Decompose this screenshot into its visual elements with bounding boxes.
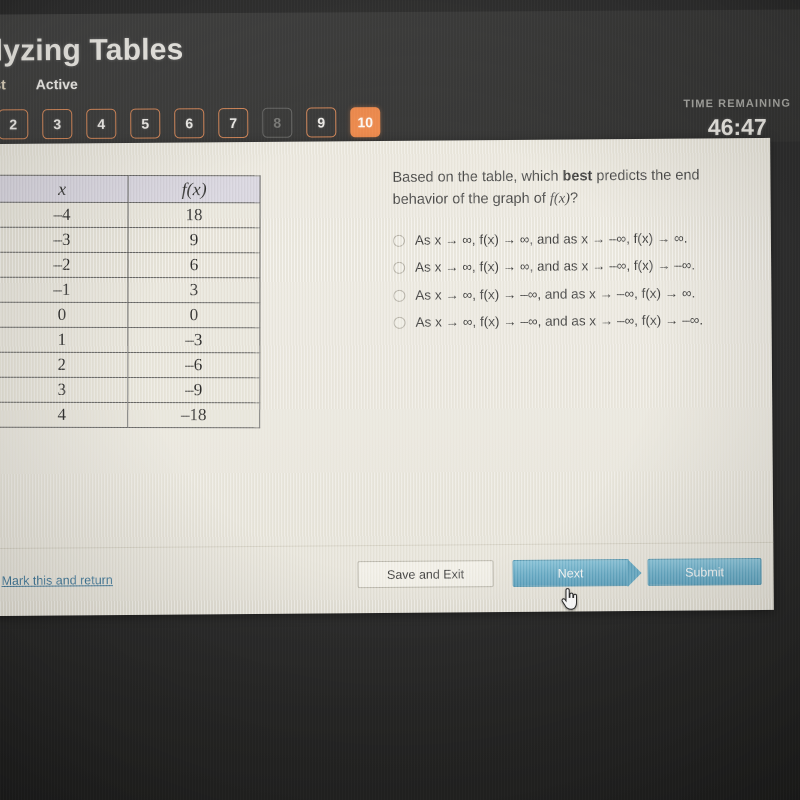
prompt-emphasis: best (562, 168, 593, 185)
subnav-item-test[interactable]: Test (0, 76, 6, 92)
radio-button-icon[interactable] (393, 289, 406, 302)
answer-option-1[interactable]: As x → ∞, f(x) → ∞, and as x → –∞, f(x) … (392, 229, 753, 250)
table-row: 1 –3 (0, 327, 260, 353)
submit-button[interactable]: Submit (647, 558, 762, 586)
table-cell-fx: 0 (127, 302, 260, 328)
timer-value: 46:47 (707, 113, 767, 141)
radio-button-icon[interactable] (392, 234, 405, 247)
table-cell-x: 2 (0, 352, 128, 378)
question-number-6[interactable]: 6 (174, 108, 205, 139)
table-cell-x: 4 (0, 402, 128, 428)
table-header-fx: f(x) (128, 175, 261, 203)
question-number-nav: 2 3 4 5 6 7 8 9 10 (0, 107, 381, 140)
table-cell-fx: 6 (127, 252, 260, 278)
table-cell-fx: –6 (127, 352, 260, 378)
table-header-x: x (0, 175, 129, 203)
table-cell-fx: 18 (128, 202, 261, 228)
question-prompt: Based on the table, which best predicts … (392, 164, 752, 211)
timer: TIME REMAINING 46:47 (662, 97, 800, 141)
screen-photo: alyzing Tables Test Active 2 3 4 5 6 7 8… (0, 0, 800, 800)
table-cell-fx: 3 (127, 277, 260, 303)
question-number-10[interactable]: 10 (350, 107, 381, 138)
answer-option-3[interactable]: As x → ∞, f(x) → –∞, and as x → –∞, f(x)… (393, 284, 753, 305)
question-number-3[interactable]: 3 (42, 109, 73, 140)
question-number-7[interactable]: 7 (218, 107, 249, 139)
table-cell-x: –1 (0, 277, 128, 303)
table-row: –1 3 (0, 277, 260, 303)
mark-this-and-return-link[interactable]: Mark this and return (2, 573, 113, 588)
question-column: Based on the table, which best predicts … (392, 164, 753, 332)
footer-buttons: Save and Exit Next Submit (357, 558, 762, 589)
answer-option-label: As x → ∞, f(x) → –∞, and as x → –∞, f(x)… (415, 285, 696, 303)
answer-option-label: As x → ∞, f(x) → ∞, and as x → –∞, f(x) … (415, 257, 696, 275)
table-cell-fx: –3 (127, 327, 260, 353)
table-row: 3 –9 (0, 377, 260, 403)
table-cell-x: 0 (0, 302, 128, 328)
table-cell-fx: 9 (127, 227, 261, 253)
table-cell-x: –4 (0, 202, 129, 228)
question-panel: x f(x) –4 18 –3 9 –2 6 –1 3 0 0 1 –3 2 –… (0, 137, 774, 617)
question-number-2[interactable]: 2 (0, 109, 29, 140)
timer-label: TIME REMAINING (683, 97, 792, 111)
table-cell-fx: –9 (127, 377, 260, 403)
table-cell-fx: –18 (127, 402, 260, 428)
table-row: –2 6 (0, 252, 260, 278)
answer-option-4[interactable]: As x → ∞, f(x) → –∞, and as x → –∞, f(x)… (393, 311, 754, 332)
question-number-9[interactable]: 9 (306, 107, 337, 138)
answer-option-2[interactable]: As x → ∞, f(x) → ∞, and as x → –∞, f(x) … (393, 256, 753, 277)
answer-option-label: As x → ∞, f(x) → ∞, and as x → –∞, f(x) … (414, 230, 688, 248)
table-cell-x: 3 (0, 377, 128, 403)
save-and-exit-button[interactable]: Save and Exit (357, 560, 494, 589)
answer-option-label: As x → ∞, f(x) → –∞, and as x → –∞, f(x)… (415, 312, 704, 330)
table-row: –4 18 (0, 202, 261, 228)
question-number-8[interactable]: 8 (262, 107, 293, 138)
table-row: –3 9 (0, 227, 261, 253)
function-table: x f(x) –4 18 –3 9 –2 6 –1 3 0 0 1 –3 2 –… (0, 174, 261, 429)
table-row: 2 –6 (0, 352, 260, 378)
table-header-row: x f(x) (0, 175, 261, 203)
table-row: 0 0 (0, 302, 260, 328)
app-header: alyzing Tables Test Active 2 3 4 5 6 7 8… (0, 9, 800, 147)
question-number-5[interactable]: 5 (130, 108, 161, 139)
next-button[interactable]: Next (512, 559, 629, 587)
subnav-item-active[interactable]: Active (36, 76, 78, 92)
prompt-text-3: ? (569, 190, 579, 207)
table-cell-x: –2 (0, 252, 128, 278)
prompt-function-notation: f(x) (549, 190, 570, 207)
table-cell-x: –3 (0, 227, 129, 253)
page-title: alyzing Tables (0, 33, 184, 68)
table-cell-x: 1 (0, 327, 128, 353)
subnav: Test Active (0, 76, 78, 93)
table-row: 4 –18 (0, 402, 260, 428)
radio-button-icon[interactable] (393, 262, 406, 275)
hand-cursor-icon (561, 588, 577, 610)
table: x f(x) –4 18 –3 9 –2 6 –1 3 0 0 1 –3 2 –… (0, 174, 261, 429)
prompt-text-1: Based on the table, which (392, 168, 563, 186)
radio-button-icon[interactable] (393, 316, 406, 329)
footer-divider (0, 541, 774, 550)
question-number-4[interactable]: 4 (86, 108, 117, 139)
answer-options: As x → ∞, f(x) → ∞, and as x → –∞, f(x) … (392, 229, 754, 332)
